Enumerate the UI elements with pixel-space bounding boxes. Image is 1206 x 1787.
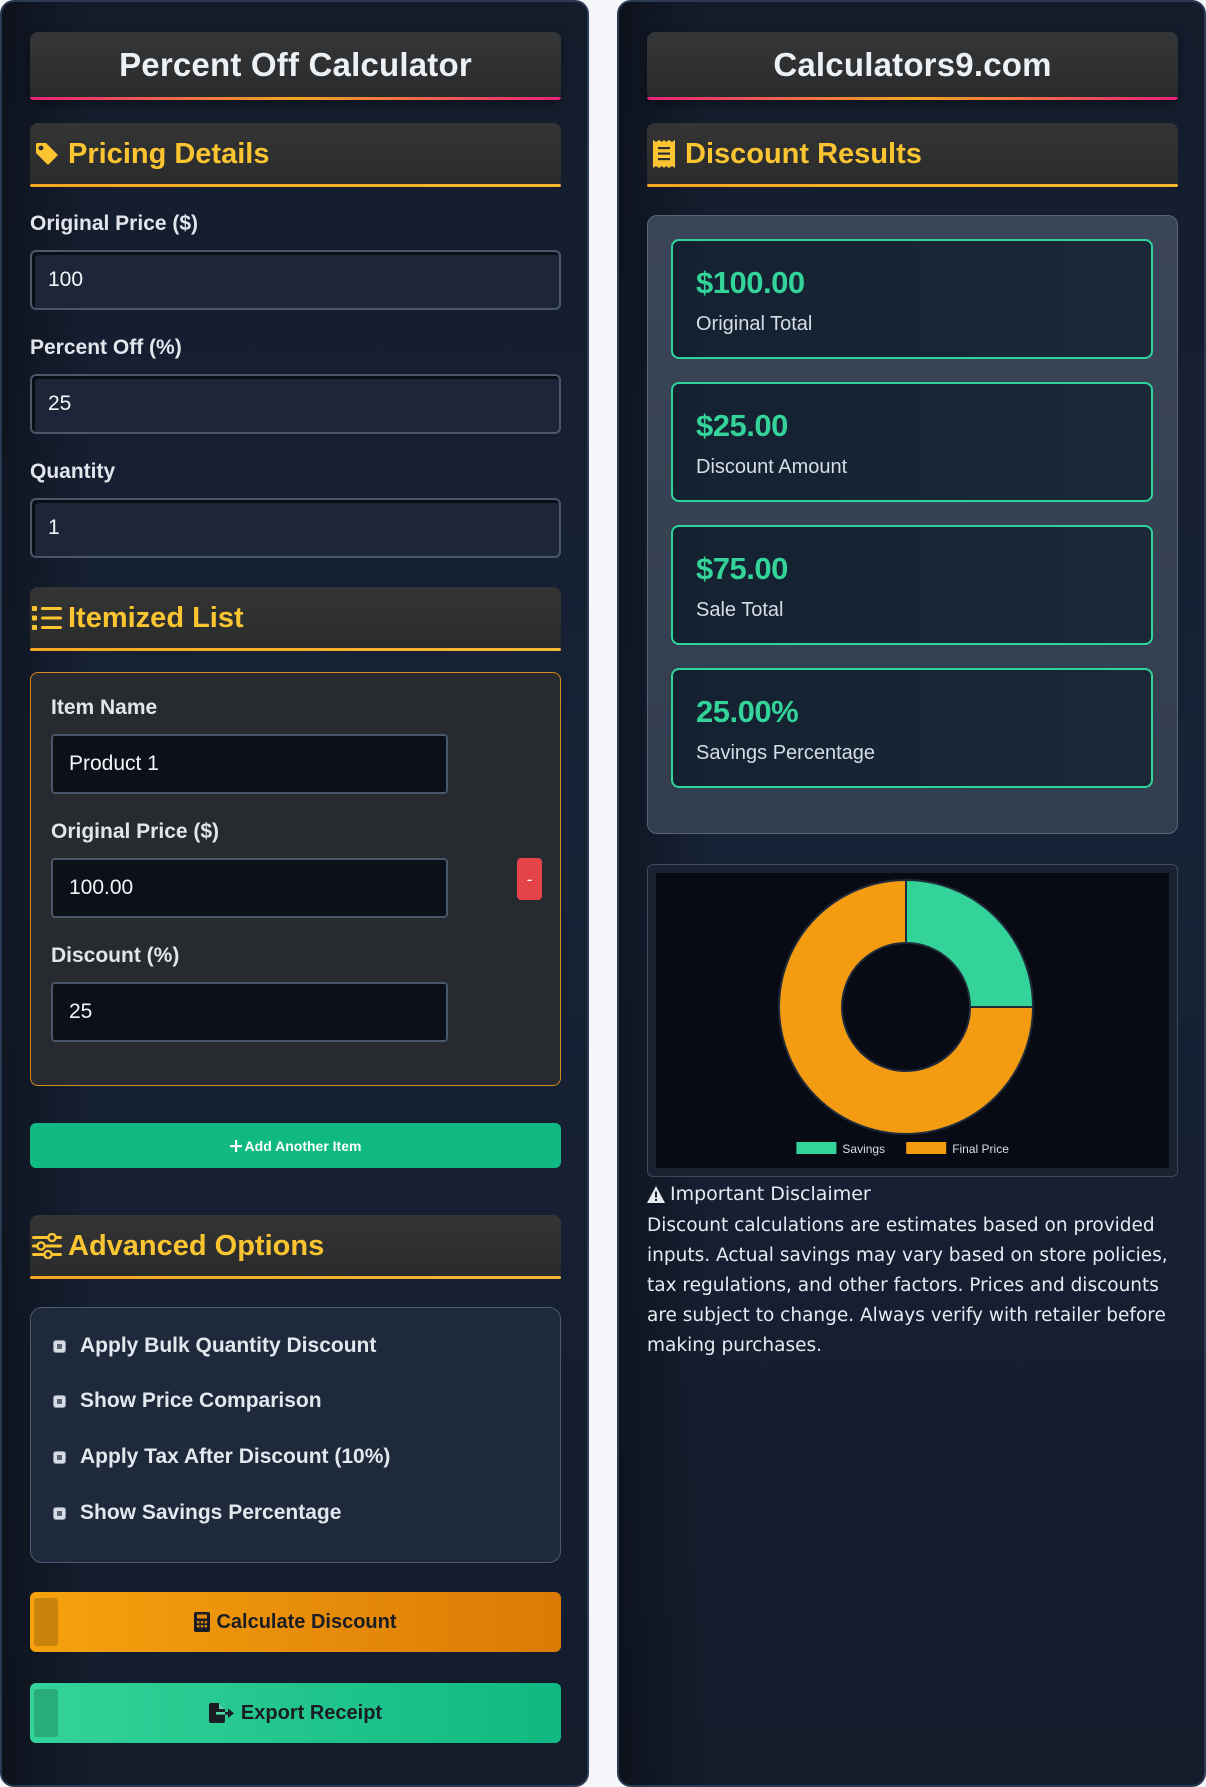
savings-percentage-value: 25.00% [696, 694, 799, 729]
price-comparison-label: Show Price Comparison [80, 1389, 322, 1412]
original-total-label: Original Total [696, 313, 813, 335]
result-card-savings-percentage: 25.00% Savings Percentage [671, 668, 1153, 788]
advanced-options-title: Advanced Options [68, 1229, 325, 1262]
price-comparison-checkbox[interactable] [53, 1394, 66, 1408]
warning-icon [647, 1185, 665, 1203]
calculate-discount-label: Calculate Discount [216, 1610, 397, 1633]
discount-results-header: Discount Results [647, 123, 1178, 187]
tag-icon [30, 141, 64, 167]
option-savings-percentage[interactable]: Show Savings Percentage [53, 1501, 341, 1525]
tax-after-discount-checkbox[interactable] [53, 1450, 66, 1464]
results-panel: Calculators9.com Discount Results $100.0… [617, 0, 1206, 1787]
calculate-discount-button[interactable]: Calculate Discount [30, 1592, 561, 1652]
itemized-list-header: Itemized List [30, 587, 561, 651]
add-item-label: Add Another Item [244, 1137, 362, 1154]
advanced-options-header: Advanced Options [30, 1215, 561, 1279]
item-name-label: Item Name [51, 696, 158, 719]
item-price-input[interactable]: 100.00 [51, 858, 448, 918]
original-total-value: $100.00 [696, 265, 805, 300]
plus-icon [229, 1139, 242, 1152]
results-container: $100.00 Original Total $25.00 Discount A… [647, 215, 1178, 834]
discount-amount-label: Discount Amount [696, 456, 848, 478]
legend-swatch [796, 1142, 837, 1154]
sliders-icon [30, 1233, 64, 1259]
savings-percentage-option-label: Show Savings Percentage [80, 1501, 342, 1524]
savings-percentage-label: Savings Percentage [696, 742, 876, 764]
pricing-details-title: Pricing Details [68, 137, 270, 170]
discount-chart: Savings Final Price [647, 864, 1178, 1177]
sale-total-value: $75.00 [696, 551, 788, 586]
legend-item-savings[interactable]: Savings [796, 1142, 885, 1156]
disclaimer-heading: Important Disclaimer [647, 1183, 871, 1205]
pricing-details-header: Pricing Details [30, 123, 561, 187]
original-price-label: Original Price ($) [30, 212, 199, 235]
original-price-input[interactable]: 100 [30, 250, 561, 310]
option-tax-after-discount[interactable]: Apply Tax After Discount (10%) [53, 1445, 390, 1469]
item-discount-label: Discount (%) [51, 944, 180, 967]
item-discount-input[interactable]: 25 [51, 982, 448, 1042]
list-icon [30, 605, 64, 631]
legend-swatch [906, 1142, 947, 1154]
add-item-button[interactable]: Add Another Item [30, 1123, 561, 1168]
result-card-discount-amount: $25.00 Discount Amount [671, 382, 1153, 502]
legend-item-final-price[interactable]: Final Price [906, 1142, 1009, 1156]
bulk-discount-checkbox[interactable] [53, 1339, 66, 1353]
export-receipt-button[interactable]: Export Receipt [30, 1683, 561, 1743]
legend-label: Savings [842, 1142, 885, 1156]
slice-savings [905, 878, 1035, 1008]
option-bulk-discount[interactable]: Apply Bulk Quantity Discount [53, 1334, 376, 1358]
savings-percentage-checkbox[interactable] [53, 1506, 66, 1520]
percent-off-label: Percent Off (%) [30, 336, 182, 359]
disclaimer-title: Important Disclaimer [670, 1183, 871, 1205]
tax-after-discount-label: Apply Tax After Discount (10%) [80, 1445, 391, 1468]
site-title: Calculators9.com [647, 32, 1178, 100]
item-card: Item Name Product 1 Original Price ($) 1… [30, 672, 561, 1086]
page-title: Percent Off Calculator [30, 32, 561, 100]
export-receipt-label: Export Receipt [240, 1701, 383, 1724]
calculator-icon [194, 1612, 211, 1632]
discount-amount-value: $25.00 [696, 408, 788, 443]
percent-off-input[interactable]: 25 [30, 374, 561, 434]
receipt-icon [647, 140, 681, 168]
disclaimer-body: Discount calculations are estimates base… [647, 1215, 1168, 1356]
item-price-label: Original Price ($) [51, 820, 220, 843]
chart-canvas: Savings Final Price [656, 873, 1169, 1168]
discount-results-title: Discount Results [685, 137, 922, 170]
sale-total-label: Sale Total [696, 599, 784, 621]
quantity-input[interactable]: 1 [30, 498, 561, 558]
legend-label: Final Price [952, 1142, 1009, 1156]
quantity-label: Quantity [30, 460, 116, 483]
bulk-discount-label: Apply Bulk Quantity Discount [80, 1334, 377, 1357]
file-export-icon [208, 1703, 235, 1723]
advanced-options-list: Apply Bulk Quantity Discount Show Price … [30, 1307, 561, 1563]
calculator-panel: Percent Off Calculator Pricing Details O… [0, 0, 589, 1787]
itemized-list-title: Itemized List [68, 601, 244, 634]
result-card-sale-total: $75.00 Sale Total [671, 525, 1153, 645]
result-card-original-total: $100.00 Original Total [671, 239, 1153, 359]
item-name-input[interactable]: Product 1 [51, 734, 448, 794]
donut-chart: Savings Final Price [778, 878, 1035, 1156]
option-price-comparison[interactable]: Show Price Comparison [53, 1389, 322, 1413]
remove-item-button[interactable]: - [517, 858, 542, 900]
